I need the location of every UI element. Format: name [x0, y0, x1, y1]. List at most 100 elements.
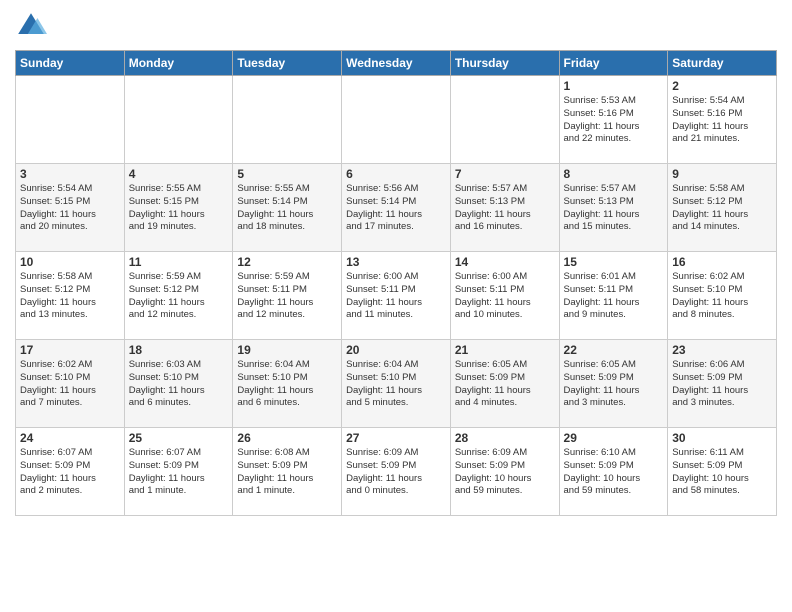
day-number: 2 — [672, 79, 772, 93]
calendar-cell: 16 Sunrise: 6:02 AM Sunset: 5:10 PM Dayli… — [668, 252, 777, 340]
calendar-cell: 12 Sunrise: 5:59 AM Sunset: 5:11 PM Dayli… — [233, 252, 342, 340]
day-number: 16 — [672, 255, 772, 269]
calendar-header-sunday: Sunday — [16, 51, 125, 76]
calendar-cell: 5 Sunrise: 5:55 AM Sunset: 5:14 PM Daylig… — [233, 164, 342, 252]
calendar-cell — [450, 76, 559, 164]
day-number: 6 — [346, 167, 446, 181]
page: SundayMondayTuesdayWednesdayThursdayFrid… — [0, 0, 792, 612]
day-number: 18 — [129, 343, 229, 357]
calendar-cell: 30Sunrise: 6:11 AM Sunset: 5:09 PM Dayli… — [668, 428, 777, 516]
day-number: 14 — [455, 255, 555, 269]
day-number: 12 — [237, 255, 337, 269]
calendar-week-5: 24 Sunrise: 6:07 AM Sunset: 5:09 PM Dayli… — [16, 428, 777, 516]
calendar-cell — [342, 76, 451, 164]
day-number: 8 — [564, 167, 664, 181]
day-info: Sunrise: 6:07 AM Sunset: 5:09 PM Dayligh… — [129, 447, 229, 498]
calendar-header-monday: Monday — [124, 51, 233, 76]
day-number: 22 — [564, 343, 664, 357]
day-number: 1 — [564, 79, 664, 93]
calendar-cell: 23 Sunrise: 6:06 AM Sunset: 5:09 PM Dayli… — [668, 340, 777, 428]
day-info: Sunrise: 6:00 AM Sunset: 5:11 PM Dayligh… — [455, 271, 555, 322]
header — [15, 10, 777, 42]
day-info: Sunrise: 6:02 AM Sunset: 5:10 PM Dayligh… — [672, 271, 772, 322]
calendar-cell: 14 Sunrise: 6:00 AM Sunset: 5:11 PM Dayli… — [450, 252, 559, 340]
calendar-cell — [16, 76, 125, 164]
day-number: 30 — [672, 431, 772, 445]
day-number: 20 — [346, 343, 446, 357]
calendar-cell: 28 Sunrise: 6:09 AM Sunset: 5:09 PM Dayli… — [450, 428, 559, 516]
day-number: 7 — [455, 167, 555, 181]
day-info: Sunrise: 5:55 AM Sunset: 5:14 PM Dayligh… — [237, 183, 337, 234]
calendar-cell: 20Sunrise: 6:04 AM Sunset: 5:10 PM Dayli… — [342, 340, 451, 428]
calendar-cell: 15Sunrise: 6:01 AM Sunset: 5:11 PM Dayli… — [559, 252, 668, 340]
day-info: Sunrise: 6:00 AM Sunset: 5:11 PM Dayligh… — [346, 271, 446, 322]
day-number: 10 — [20, 255, 120, 269]
day-number: 3 — [20, 167, 120, 181]
day-number: 28 — [455, 431, 555, 445]
calendar-cell: 24 Sunrise: 6:07 AM Sunset: 5:09 PM Dayli… — [16, 428, 125, 516]
calendar-cell: 9 Sunrise: 5:58 AM Sunset: 5:12 PM Daylig… — [668, 164, 777, 252]
calendar-week-3: 10 Sunrise: 5:58 AM Sunset: 5:12 PM Dayli… — [16, 252, 777, 340]
day-number: 25 — [129, 431, 229, 445]
day-info: Sunrise: 5:57 AM Sunset: 5:13 PM Dayligh… — [564, 183, 664, 234]
calendar-header-thursday: Thursday — [450, 51, 559, 76]
calendar-week-2: 3Sunrise: 5:54 AM Sunset: 5:15 PM Daylig… — [16, 164, 777, 252]
calendar-cell: 6 Sunrise: 5:56 AM Sunset: 5:14 PM Daylig… — [342, 164, 451, 252]
day-number: 27 — [346, 431, 446, 445]
calendar-cell — [233, 76, 342, 164]
calendar-cell: 26 Sunrise: 6:08 AM Sunset: 5:09 PM Dayli… — [233, 428, 342, 516]
calendar-cell: 19Sunrise: 6:04 AM Sunset: 5:10 PM Dayli… — [233, 340, 342, 428]
calendar-cell: 7Sunrise: 5:57 AM Sunset: 5:13 PM Daylig… — [450, 164, 559, 252]
calendar-header-wednesday: Wednesday — [342, 51, 451, 76]
day-number: 24 — [20, 431, 120, 445]
calendar-header-row: SundayMondayTuesdayWednesdayThursdayFrid… — [16, 51, 777, 76]
calendar-cell: 2 Sunrise: 5:54 AM Sunset: 5:16 PM Daylig… — [668, 76, 777, 164]
calendar-header-tuesday: Tuesday — [233, 51, 342, 76]
day-number: 9 — [672, 167, 772, 181]
calendar-cell: 8 Sunrise: 5:57 AM Sunset: 5:13 PM Daylig… — [559, 164, 668, 252]
day-info: Sunrise: 6:05 AM Sunset: 5:09 PM Dayligh… — [455, 359, 555, 410]
calendar-cell: 17 Sunrise: 6:02 AM Sunset: 5:10 PM Dayli… — [16, 340, 125, 428]
day-info: Sunrise: 5:56 AM Sunset: 5:14 PM Dayligh… — [346, 183, 446, 234]
calendar-week-1: 1Sunrise: 5:53 AM Sunset: 5:16 PM Daylig… — [16, 76, 777, 164]
day-info: Sunrise: 6:09 AM Sunset: 5:09 PM Dayligh… — [346, 447, 446, 498]
day-number: 11 — [129, 255, 229, 269]
day-info: Sunrise: 6:02 AM Sunset: 5:10 PM Dayligh… — [20, 359, 120, 410]
calendar-cell: 27 Sunrise: 6:09 AM Sunset: 5:09 PM Dayli… — [342, 428, 451, 516]
day-number: 4 — [129, 167, 229, 181]
day-number: 29 — [564, 431, 664, 445]
calendar-cell: 4Sunrise: 5:55 AM Sunset: 5:15 PM Daylig… — [124, 164, 233, 252]
day-info: Sunrise: 5:59 AM Sunset: 5:11 PM Dayligh… — [237, 271, 337, 322]
day-info: Sunrise: 5:59 AM Sunset: 5:12 PM Dayligh… — [129, 271, 229, 322]
day-number: 23 — [672, 343, 772, 357]
calendar-header-saturday: Saturday — [668, 51, 777, 76]
calendar-cell: 22 Sunrise: 6:05 AM Sunset: 5:09 PM Dayli… — [559, 340, 668, 428]
day-info: Sunrise: 5:54 AM Sunset: 5:16 PM Dayligh… — [672, 95, 772, 146]
day-number: 21 — [455, 343, 555, 357]
logo — [15, 10, 49, 42]
calendar-cell: 29 Sunrise: 6:10 AM Sunset: 5:09 PM Dayli… — [559, 428, 668, 516]
calendar-cell: 25 Sunrise: 6:07 AM Sunset: 5:09 PM Dayli… — [124, 428, 233, 516]
day-number: 13 — [346, 255, 446, 269]
day-info: Sunrise: 5:58 AM Sunset: 5:12 PM Dayligh… — [20, 271, 120, 322]
day-info: Sunrise: 5:58 AM Sunset: 5:12 PM Dayligh… — [672, 183, 772, 234]
calendar-cell: 10 Sunrise: 5:58 AM Sunset: 5:12 PM Dayli… — [16, 252, 125, 340]
day-info: Sunrise: 6:09 AM Sunset: 5:09 PM Dayligh… — [455, 447, 555, 498]
day-number: 17 — [20, 343, 120, 357]
day-info: Sunrise: 6:03 AM Sunset: 5:10 PM Dayligh… — [129, 359, 229, 410]
day-number: 5 — [237, 167, 337, 181]
calendar-cell: 13 Sunrise: 6:00 AM Sunset: 5:11 PM Dayli… — [342, 252, 451, 340]
logo-icon — [15, 10, 47, 42]
day-info: Sunrise: 6:05 AM Sunset: 5:09 PM Dayligh… — [564, 359, 664, 410]
day-number: 26 — [237, 431, 337, 445]
day-info: Sunrise: 6:08 AM Sunset: 5:09 PM Dayligh… — [237, 447, 337, 498]
calendar-cell: 11 Sunrise: 5:59 AM Sunset: 5:12 PM Dayli… — [124, 252, 233, 340]
calendar-cell: 3Sunrise: 5:54 AM Sunset: 5:15 PM Daylig… — [16, 164, 125, 252]
day-info: Sunrise: 6:06 AM Sunset: 5:09 PM Dayligh… — [672, 359, 772, 410]
day-info: Sunrise: 6:10 AM Sunset: 5:09 PM Dayligh… — [564, 447, 664, 498]
day-info: Sunrise: 6:01 AM Sunset: 5:11 PM Dayligh… — [564, 271, 664, 322]
calendar-cell: 1Sunrise: 5:53 AM Sunset: 5:16 PM Daylig… — [559, 76, 668, 164]
calendar-cell: 21 Sunrise: 6:05 AM Sunset: 5:09 PM Dayli… — [450, 340, 559, 428]
calendar-cell: 18 Sunrise: 6:03 AM Sunset: 5:10 PM Dayli… — [124, 340, 233, 428]
day-info: Sunrise: 6:07 AM Sunset: 5:09 PM Dayligh… — [20, 447, 120, 498]
